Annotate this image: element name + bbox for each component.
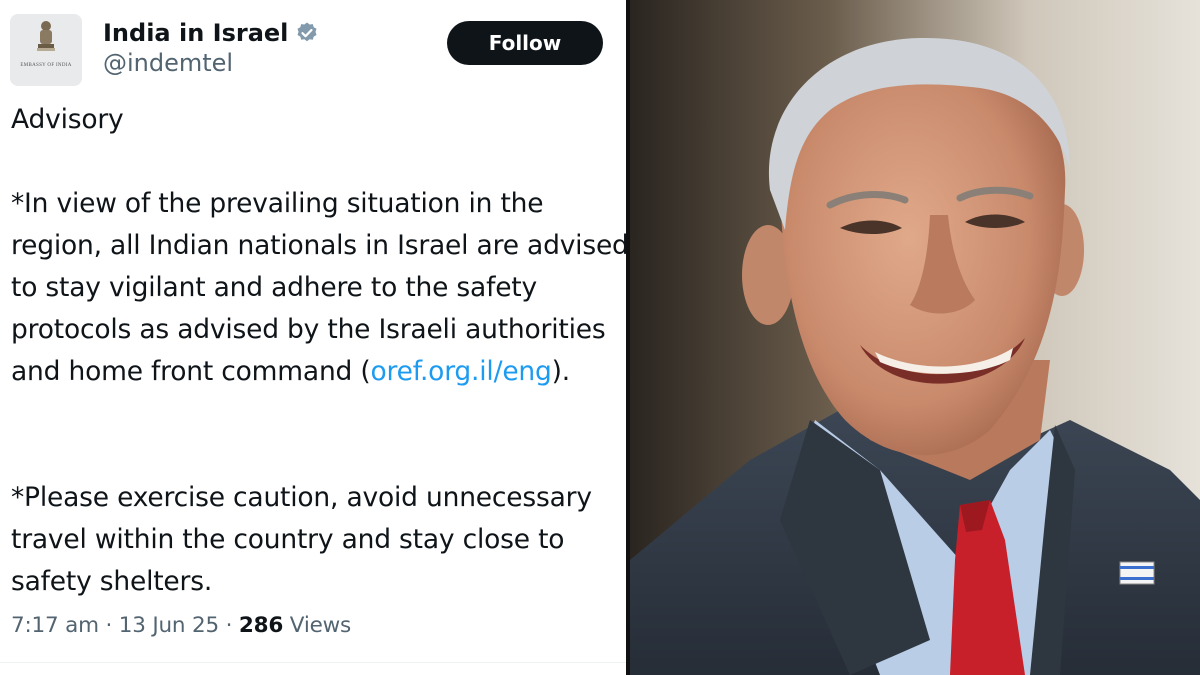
verified-badge-icon <box>297 22 317 42</box>
tweet-card: EMBASSY OF INDIA India in Israel @indemt… <box>0 0 630 675</box>
portrait-photo <box>630 0 1200 675</box>
views-label: Views <box>289 613 352 638</box>
avatar-caption: EMBASSY OF INDIA <box>20 63 72 68</box>
author-handle[interactable]: @indemtel <box>103 49 233 77</box>
display-name[interactable]: India in Israel <box>103 19 288 47</box>
oref-link[interactable]: oref.org.il/eng <box>371 356 552 387</box>
tweet-date[interactable]: 13 Jun 25 <box>119 613 219 638</box>
avatar[interactable]: EMBASSY OF INDIA <box>10 14 82 86</box>
tweet-meta: 7:17 am · 13 Jun 25 · 286 Views <box>11 613 351 638</box>
author-name-row: India in Israel <box>103 16 319 50</box>
paragraph-1-end: ). <box>551 356 571 387</box>
tweet-paragraph-2: *Please exercise caution, avoid unnecess… <box>11 482 592 597</box>
divider <box>0 662 630 663</box>
meta-separator: · <box>105 613 113 638</box>
emblem-icon <box>37 21 55 51</box>
follow-button[interactable]: Follow <box>447 21 603 65</box>
meta-separator: · <box>225 613 233 638</box>
portrait-illustration <box>630 0 1200 675</box>
tweet-time[interactable]: 7:17 am <box>11 613 99 638</box>
tweet-heading: Advisory <box>11 104 124 135</box>
tweet-paragraph-1: *In view of the prevailing situation in … <box>11 183 630 393</box>
views-count: 286 <box>238 613 284 638</box>
